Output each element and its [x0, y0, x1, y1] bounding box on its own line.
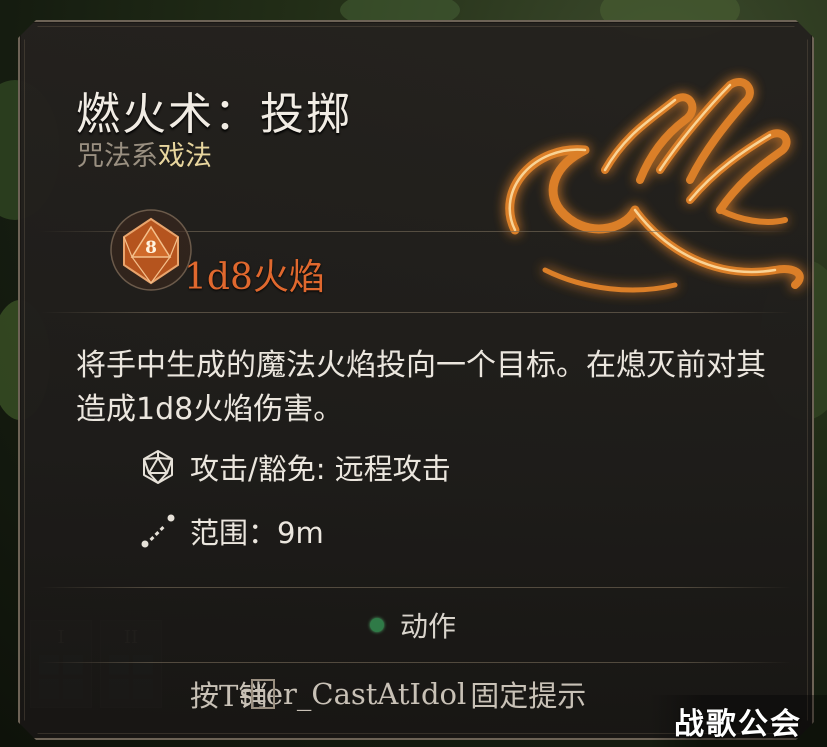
divider: [40, 312, 792, 313]
spell-title: 燃火术：投掷: [76, 89, 352, 140]
divider: [40, 662, 792, 663]
hint-suffix: 固定提示: [470, 679, 587, 713]
spell-description: 将手中生成的魔法火焰投向一个目标。在熄灭前对其造成1d8火焰伤害。: [76, 348, 766, 427]
attack-save-label: 攻击/豁免: 远程攻击: [190, 452, 451, 486]
action-dot-icon: [370, 618, 384, 632]
pin-tooltip-hint: 按T销 ster_CastAtIdol 固定提示: [190, 673, 586, 715]
watermark-logo: 战歌公会: [649, 695, 827, 747]
key-icon: [251, 679, 275, 709]
svg-text:8: 8: [145, 238, 157, 258]
range-row: 范围：9m: [138, 510, 324, 552]
spell-school: 咒法系戏法: [77, 134, 212, 173]
fire-hand-icon: [475, 40, 815, 340]
d8-die-icon: 8: [108, 207, 194, 293]
action-cost: 动作: [370, 605, 456, 645]
attack-save-row: 攻击/豁免: 远程攻击: [138, 446, 451, 488]
range-icon: [138, 511, 178, 551]
spell-school-prefix: 咒法系: [77, 141, 158, 172]
spell-school-name: 戏法: [158, 141, 212, 172]
action-cost-label: 动作: [400, 610, 457, 643]
divider: [40, 587, 792, 588]
range-label: 范围：9m: [190, 516, 324, 550]
damage-text: 1d8火焰: [184, 257, 325, 298]
spell-tooltip: 燃火术：投掷 咒法系戏法 8 1d8火焰 将手中生成的魔法火焰投向一个目标。在熄…: [18, 20, 814, 740]
d20-icon: [138, 447, 178, 487]
